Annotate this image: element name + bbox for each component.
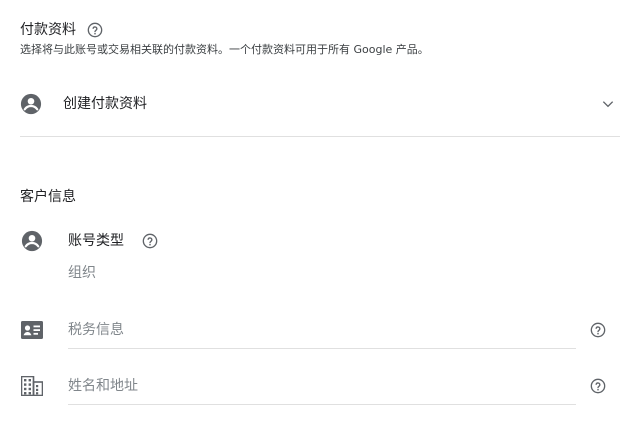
- account-type-label: 账号类型: [68, 233, 124, 249]
- name-address-help-icon[interactable]: [590, 378, 606, 394]
- tax-info-help-icon[interactable]: [590, 322, 606, 338]
- building-icon: [20, 375, 44, 397]
- customer-info-title: 客户信息: [20, 189, 76, 205]
- payment-profile-help-icon[interactable]: [87, 22, 103, 38]
- chevron-down-icon: [600, 96, 616, 112]
- name-address-field[interactable]: 姓名和地址: [68, 372, 576, 404]
- name-address-placeholder: 姓名和地址: [68, 378, 138, 394]
- account-circle-icon: [20, 93, 42, 115]
- id-card-icon: [21, 321, 43, 339]
- tax-info-underline: [68, 348, 576, 349]
- section-divider: [20, 136, 620, 137]
- account-type-value: 组织: [68, 265, 96, 281]
- name-address-underline: [68, 404, 576, 405]
- account-type-help-icon[interactable]: [142, 233, 158, 249]
- create-payment-profile-label: 创建付款资料: [63, 96, 147, 112]
- account-circle-icon: [21, 230, 43, 252]
- tax-info-field[interactable]: 税务信息: [68, 316, 576, 348]
- tax-info-placeholder: 税务信息: [68, 322, 124, 338]
- payment-profile-description: 选择将与此账号或交易相关联的付款资料。一个付款资料可用于所有 Google 产品…: [20, 43, 429, 56]
- create-payment-profile-dropdown[interactable]: 创建付款资料: [20, 86, 620, 122]
- payment-profile-title: 付款资料: [20, 22, 76, 38]
